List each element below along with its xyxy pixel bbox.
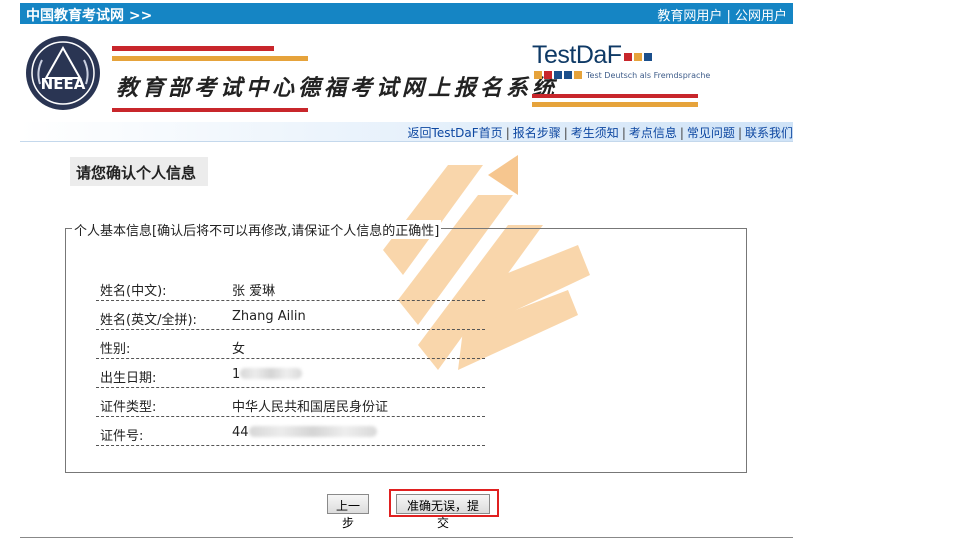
gender-label: 性别: (100, 342, 131, 357)
brand-square (544, 71, 552, 79)
fieldset-legend: 个人基本信息[确认后将不可以再修改,请保证个人信息的正确性] (72, 220, 442, 239)
id-number-value: 44 (232, 425, 377, 440)
brand-square (643, 53, 652, 61)
nav-bar: 返回TestDaF首页 | 报名步骤 | 考生须知 | 考点信息 | 常见问题 | 联系我们 (20, 122, 793, 142)
user-links-separator: | (726, 9, 735, 24)
header-stripe (112, 56, 308, 61)
nav-separator: | (737, 126, 742, 140)
id-type-value: 中华人民共和国居民身份证 (232, 400, 389, 415)
info-row-name-en: 姓名(英文/全拼): Zhang Ailin (96, 301, 485, 330)
svg-text:NEEA: NEEA (41, 75, 86, 93)
brand-square (623, 53, 632, 61)
footer-divider (20, 537, 793, 538)
info-row-birthdate: 出生日期: 1 (96, 359, 485, 388)
info-row-id-type: 证件类型: 中华人民共和国居民身份证 (96, 388, 485, 417)
name-en-label: 姓名(英文/全拼): (100, 313, 197, 328)
nav-link-testdaf-home[interactable]: 返回TestDaF首页 (408, 126, 503, 140)
public-network-user-link[interactable]: 公网用户 (735, 9, 787, 24)
info-row-id-number: 证件号: 44 (96, 417, 485, 446)
nav-link-faq[interactable]: 常见问题 (687, 126, 735, 140)
birthdate-value: 1 (232, 367, 303, 382)
personal-info-table: 姓名(中文): 张 爱琳 姓名(英文/全拼): Zhang Ailin 性别: … (96, 272, 485, 446)
id-number-label: 证件号: (100, 429, 144, 444)
id-type-label: 证件类型: (100, 400, 157, 415)
name-en-value: Zhang Ailin (232, 309, 306, 324)
birthdate-label: 出生日期: (100, 371, 157, 386)
header-stripe (112, 108, 308, 112)
previous-step-button[interactable]: 上一步 (327, 494, 369, 530)
nav-link-candidate-notes[interactable]: 考生须知 (571, 126, 619, 140)
neea-logo: NEEA (26, 36, 100, 110)
tagline-squares (534, 70, 582, 85)
nav-separator: | (679, 126, 684, 140)
edu-network-user-link[interactable]: 教育网用户 (657, 9, 722, 24)
redacted-blur (248, 426, 377, 437)
page-title: 请您确认个人信息 (70, 157, 208, 186)
gender-value: 女 (232, 342, 246, 357)
nav-links: 返回TestDaF首页 | 报名步骤 | 考生须知 | 考点信息 | 常见问题 | 联系我们 (408, 124, 793, 141)
name-cn-value: 张 爱琳 (232, 284, 276, 299)
system-title: 教育部考试中心德福考试网上报名系统 (116, 75, 559, 101)
nav-separator: | (621, 126, 626, 140)
user-links: 教育网用户 | 公网用户 (657, 5, 787, 24)
testdaf-brand: TestDaF (532, 41, 622, 69)
testdaf-tagline: Test Deutsch als Fremdsprache (586, 71, 711, 80)
header-stripe (532, 102, 698, 107)
top-bar: 中国教育考试网 >> 教育网用户 | 公网用户 (20, 3, 793, 24)
nav-link-registration-steps[interactable]: 报名步骤 (513, 126, 561, 140)
confirm-submit-button[interactable]: 准确无误，提交 (396, 494, 490, 530)
id-number-prefix: 44 (232, 425, 249, 440)
site-link[interactable]: 中国教育考试网 >> (26, 5, 152, 25)
redacted-blur (240, 368, 303, 379)
header-stripe (532, 94, 698, 98)
info-row-name-cn: 姓名(中文): 张 爱琳 (96, 272, 485, 301)
birthdate-prefix: 1 (232, 367, 241, 382)
nav-link-test-centers[interactable]: 考点信息 (629, 126, 677, 140)
header-stripe (112, 46, 274, 51)
testdaf-logo: TestDaF Test Deutsch als Fremdsprache (532, 41, 710, 80)
brand-square (534, 71, 542, 79)
brand-square (564, 71, 572, 79)
nav-separator: | (505, 126, 510, 140)
brand-square (554, 71, 562, 79)
nav-link-contact[interactable]: 联系我们 (745, 126, 793, 140)
site-header: NEEA 教育部考试中心德福考试网上报名系统 TestDaF Test Deut… (20, 24, 793, 122)
info-row-gender: 性别: 女 (96, 330, 485, 359)
nav-separator: | (563, 126, 568, 140)
brand-square (574, 71, 582, 79)
brand-square (633, 53, 642, 61)
name-cn-label: 姓名(中文): (100, 284, 167, 299)
